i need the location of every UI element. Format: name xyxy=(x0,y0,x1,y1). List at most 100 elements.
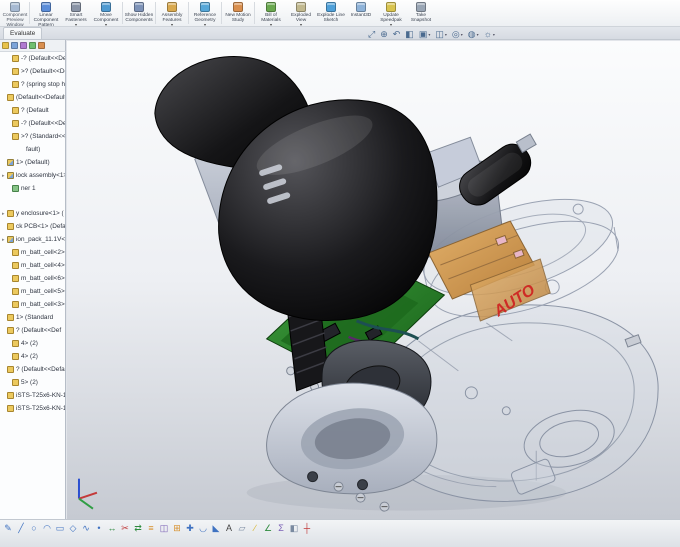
dropdown-arrow-icon[interactable]: ▾ xyxy=(461,28,463,41)
trim-icon[interactable]: ✂ xyxy=(119,522,131,534)
ribbon-button-component-preview-window[interactable]: Component Preview Window xyxy=(2,1,28,26)
text-icon[interactable]: A xyxy=(223,522,235,534)
polygon-icon[interactable]: ◇ xyxy=(67,522,79,534)
evaluate-icon[interactable]: Σ xyxy=(275,522,287,534)
tree-item[interactable]: >? (Standard<<St xyxy=(0,130,65,143)
tree-item[interactable]: fault) xyxy=(0,143,65,156)
ribbon-button-move-component[interactable]: Move Component▾ xyxy=(91,1,121,26)
tree-item[interactable]: m_batt_cell<4> (D xyxy=(0,259,65,272)
tree-item[interactable]: ▸lock assembly<1> ( xyxy=(0,169,65,182)
ribbon-button-reference-geometry[interactable]: Reference Geometry▾ xyxy=(190,1,220,26)
tree-item[interactable]: iSTS-T25x6-KN-103( xyxy=(0,389,65,402)
dropdown-arrow-icon[interactable]: ▾ xyxy=(477,28,479,41)
sketch-icon[interactable]: ✎ xyxy=(2,522,14,534)
rectangle-icon[interactable]: ▭ xyxy=(54,522,66,534)
graphics-viewport[interactable]: AUTO xyxy=(67,41,680,519)
spline-icon[interactable]: ∿ xyxy=(80,522,92,534)
tree-item[interactable]: ? (spring stop hig xyxy=(0,78,65,91)
previous-view-icon[interactable]: ↶ xyxy=(393,28,401,41)
featuremanager-tab[interactable] xyxy=(2,42,9,49)
display-style-icon[interactable]: ◫▾ xyxy=(435,28,447,41)
convert-icon[interactable]: ⇄ xyxy=(132,522,144,534)
arc-icon[interactable]: ◠ xyxy=(41,522,53,534)
offset-icon[interactable]: ≡ xyxy=(145,522,157,534)
dropdown-arrow-icon[interactable]: ▾ xyxy=(204,23,206,26)
move-icon[interactable]: ✚ xyxy=(184,522,196,534)
tree-item[interactable]: >? (Default<<Defa xyxy=(0,65,65,78)
ribbon-button-exploded-view[interactable]: Exploded View▾ xyxy=(286,1,316,26)
dropdown-arrow-icon[interactable]: ▾ xyxy=(428,28,430,41)
angle-icon[interactable]: ∠ xyxy=(262,522,274,534)
chamfer-icon[interactable]: ◣ xyxy=(210,522,222,534)
tree-item-label: 5> (2) xyxy=(21,379,38,386)
tree-item[interactable]: ? (Default xyxy=(0,104,65,117)
tree-item[interactable]: ? (Default<<Def xyxy=(0,324,65,337)
circle-icon[interactable]: ○ xyxy=(28,522,40,534)
tree-item-label: lock assembly<1> ( xyxy=(16,172,65,179)
tree-item[interactable]: ner 1 xyxy=(0,182,65,195)
tree-item[interactable]: 1> (Default) xyxy=(0,156,65,169)
tree-item-label: iSTS-T25x6-KN-103( xyxy=(16,405,65,412)
tree-item[interactable]: -? (Default<<Defa xyxy=(0,52,65,65)
tree-item[interactable]: ▸ion_pack_11.1V<1 xyxy=(0,233,65,246)
dropdown-arrow-icon[interactable]: ▾ xyxy=(75,23,77,26)
tree-item[interactable]: m_batt_cell<2> (D xyxy=(0,246,65,259)
pattern-icon[interactable]: ⊞ xyxy=(171,522,183,534)
section-view-icon[interactable]: ◧ xyxy=(405,28,414,41)
measure-icon[interactable]: ┼ xyxy=(301,522,313,534)
ribbon-button-instant3d[interactable]: Instant3D xyxy=(346,1,376,26)
dropdown-arrow-icon[interactable]: ▾ xyxy=(270,23,272,26)
fillet-icon[interactable]: ◡ xyxy=(197,522,209,534)
tree-item[interactable]: m_batt_cell<5> (D xyxy=(0,285,65,298)
tree-item[interactable]: (Default<<Default xyxy=(0,91,65,104)
tree-item[interactable]: ck PCB<1> (Defa xyxy=(0,220,65,233)
status-bar: ✎╱○◠▭◇∿•↔✂⇄≡◫⊞✚◡◣A▱∕∠Σ◧┼ xyxy=(0,519,680,547)
configurationmanager-tab[interactable] xyxy=(20,42,27,49)
displaymanager-tab[interactable] xyxy=(38,42,45,49)
tree-item[interactable]: 1> (Standard xyxy=(0,311,65,324)
section-icon[interactable]: ◧ xyxy=(288,522,300,534)
ribbon-button-assembly-features[interactable]: Assembly Features▾ xyxy=(157,1,187,26)
mirror-icon[interactable]: ◫ xyxy=(158,522,170,534)
dropdown-arrow-icon[interactable]: ▾ xyxy=(445,28,447,41)
tab-evaluate[interactable]: Evaluate xyxy=(3,27,42,39)
dropdown-arrow-icon[interactable]: ▾ xyxy=(105,23,107,26)
ribbon-button-new-motion-study[interactable]: New Motion Study xyxy=(223,1,253,26)
plane-icon[interactable]: ▱ xyxy=(236,522,248,534)
view-settings-icon[interactable]: ☼▾ xyxy=(484,28,495,41)
ribbon-button-linear-component-pattern[interactable]: Linear Component Pattern▾ xyxy=(31,1,61,26)
tree-item[interactable]: 5> (2) xyxy=(0,376,65,389)
tree-item-icon xyxy=(7,94,14,101)
view-orientation-icon[interactable]: ▣▾ xyxy=(419,28,431,41)
dropdown-arrow-icon[interactable]: ▾ xyxy=(493,28,495,41)
zoom-fit-icon[interactable]: ⤢ xyxy=(368,28,375,41)
ribbon-button-take-snapshot[interactable]: Take Snapshot xyxy=(406,1,436,26)
zoom-area-icon[interactable]: ⊕ xyxy=(380,28,388,41)
ribbon-button-show-hidden-components[interactable]: Show Hidden Components xyxy=(124,1,154,26)
dropdown-arrow-icon[interactable]: ▾ xyxy=(390,23,392,26)
ribbon-button-explode-line-sketch[interactable]: Explode Line Sketch xyxy=(316,1,346,26)
dropdown-arrow-icon[interactable]: ▾ xyxy=(171,23,173,26)
edit-appearance-icon[interactable]: ◍▾ xyxy=(468,28,479,41)
tree-item[interactable]: 4> (2) xyxy=(0,337,65,350)
propertymanager-tab[interactable] xyxy=(11,42,18,49)
tree-item[interactable]: m_batt_cell<6> (D xyxy=(0,272,65,285)
tree-item[interactable]: iSTS-T25x6-KN-103( xyxy=(0,402,65,415)
ribbon-button-update-speedpak[interactable]: Update Speedpak▾ xyxy=(376,1,406,26)
ribbon-button-smart-fasteners[interactable]: Smart Fasteners▾ xyxy=(61,1,91,26)
dropdown-arrow-icon[interactable]: ▾ xyxy=(300,23,302,26)
ribbon-button-bill-of-materials[interactable]: Bill of Materials▾ xyxy=(256,1,286,26)
axis-icon[interactable]: ∕ xyxy=(249,522,261,534)
dimxpertmanager-tab[interactable] xyxy=(29,42,36,49)
tree-item[interactable]: 4> (2) xyxy=(0,350,65,363)
tree-item[interactable]: ▸y enclosure<1> ( xyxy=(0,207,65,220)
tree-item-icon xyxy=(7,314,14,321)
tree-item[interactable]: -? (Default<<Def xyxy=(0,117,65,130)
dimension-icon[interactable]: ↔ xyxy=(106,522,118,534)
hide-show-items-icon[interactable]: ◎▾ xyxy=(452,28,463,41)
point-icon[interactable]: • xyxy=(93,522,105,534)
tree-item[interactable]: m_batt_cell<3> (D xyxy=(0,298,65,311)
tree-item[interactable]: ? (Default<<Defa xyxy=(0,363,65,376)
line-icon[interactable]: ╱ xyxy=(15,522,27,534)
display-style-icon-glyph: ◫ xyxy=(435,28,444,41)
